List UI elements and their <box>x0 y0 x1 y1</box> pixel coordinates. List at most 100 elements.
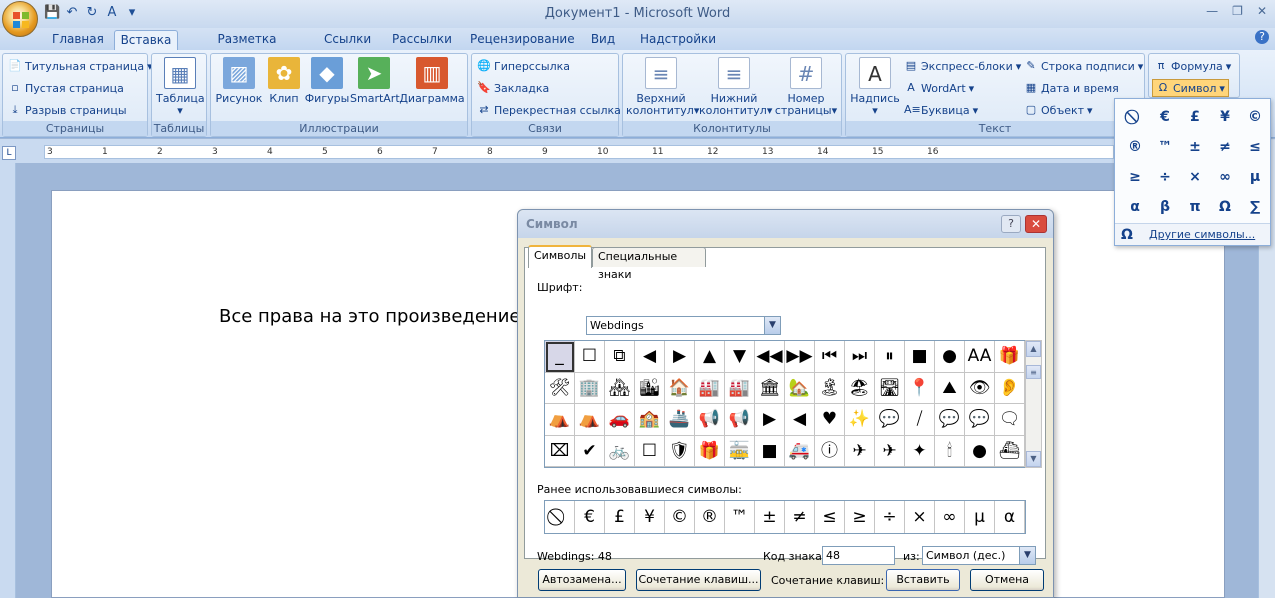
symbol-cell[interactable]: ▶ <box>755 404 785 436</box>
gallery-symbol[interactable]: ¥ <box>1210 102 1240 132</box>
gallery-symbol[interactable]: € <box>1150 102 1180 132</box>
gallery-symbol[interactable]: ± <box>1180 132 1210 162</box>
symbol-cell[interactable]: 🏠 <box>665 372 695 404</box>
symbol-cell[interactable]: _ <box>545 341 575 373</box>
scroll-thumb[interactable]: ≡ <box>1026 365 1041 379</box>
symbol-cell[interactable]: 📢 <box>725 404 755 436</box>
gallery-symbol[interactable]: ≤ <box>1240 132 1270 162</box>
symbol-cell[interactable]: 📢 <box>695 404 725 436</box>
symbol-cell[interactable]: ⧸ <box>905 404 935 436</box>
table-button[interactable]: ▦ Таблица ▾ <box>156 57 205 117</box>
shapes-button[interactable]: ◆ Фигуры <box>304 57 350 105</box>
textbox-button[interactable]: A Надпись ▾ <box>849 57 901 117</box>
symbol-cell[interactable]: 🏖 <box>845 372 875 404</box>
symbol-cell[interactable]: ✈ <box>845 435 875 467</box>
gallery-symbol[interactable]: α <box>1120 192 1150 222</box>
document-text[interactable]: Все права на это произведение п <box>219 306 538 327</box>
tab-addins[interactable]: Надстройки <box>636 30 716 50</box>
symbol-cell[interactable]: ▶ <box>665 341 695 373</box>
symbol-cell[interactable]: 👂 <box>995 372 1025 404</box>
gallery-symbol[interactable]: ⃠ <box>1120 102 1150 132</box>
symbol-cell[interactable]: 🏫 <box>635 404 665 436</box>
symbol-cell[interactable]: ✔ <box>575 435 605 467</box>
symbol-cell[interactable]: ◀ <box>785 404 815 436</box>
footer-button[interactable]: ≡ Нижний колонтитул▾ <box>699 57 772 117</box>
minimize-icon[interactable]: — <box>1206 4 1218 18</box>
symbol-cell[interactable]: ⛰ <box>935 372 965 404</box>
symbol-cell[interactable]: ⏸ <box>875 341 905 373</box>
recent-symbol[interactable]: € <box>575 501 605 533</box>
character-code-input[interactable]: 48 <box>822 546 895 565</box>
smartart-button[interactable]: ➤ SmartArt <box>350 57 400 105</box>
recent-symbol[interactable]: © <box>665 501 695 533</box>
recent-symbol[interactable]: ≥ <box>845 501 875 533</box>
symbol-cell[interactable]: ⏭ <box>845 341 875 373</box>
symbol-cell[interactable]: ● <box>935 341 965 373</box>
more-symbols-item[interactable]: Ω Другие символы... <box>1115 223 1270 245</box>
crossref-button[interactable]: ⇄ Перекрестная ссылка <box>477 101 621 119</box>
office-button[interactable] <box>2 1 38 37</box>
object-button[interactable]: ▢ Объект ▾ <box>1024 101 1093 119</box>
symbol-cell[interactable]: 🏛 <box>755 372 785 404</box>
wordart-button[interactable]: A WordArt ▾ <box>904 79 974 97</box>
gallery-symbol[interactable]: µ <box>1240 162 1270 192</box>
symbol-cell[interactable]: ☐ <box>575 341 605 373</box>
symbol-cell[interactable]: ✨ <box>845 404 875 436</box>
autocorrect-button[interactable]: Автозамена... <box>538 569 626 591</box>
dialog-help-icon[interactable]: ? <box>1001 215 1021 233</box>
symbol-cell[interactable]: 🚗 <box>605 404 635 436</box>
gallery-symbol[interactable]: × <box>1180 162 1210 192</box>
chevron-down-icon[interactable]: ▼ <box>764 317 780 334</box>
recent-symbol[interactable]: ÷ <box>875 501 905 533</box>
gallery-symbol[interactable]: ™ <box>1150 132 1180 162</box>
gallery-symbol[interactable]: β <box>1150 192 1180 222</box>
symbol-cell[interactable]: 💬 <box>965 404 995 436</box>
gallery-symbol[interactable]: £ <box>1180 102 1210 132</box>
recent-symbol[interactable]: × <box>905 501 935 533</box>
symbol-cell[interactable]: ⓘ <box>815 435 845 467</box>
recent-symbol[interactable]: ≠ <box>785 501 815 533</box>
symbol-cell[interactable]: 🗨 <box>995 404 1025 436</box>
symbol-cell[interactable]: 🚢 <box>665 404 695 436</box>
symbol-cell[interactable]: ☐ <box>635 435 665 467</box>
symbol-cell[interactable]: 💬 <box>875 404 905 436</box>
symbol-cell[interactable]: 🛡 <box>665 435 695 467</box>
symbol-cell[interactable]: 🏭 <box>695 372 725 404</box>
symbol-cell[interactable]: 🚑 <box>785 435 815 467</box>
symbol-cell[interactable]: 🛠 <box>545 372 575 404</box>
recent-symbol[interactable]: ⃠ <box>545 501 575 533</box>
symbol-cell[interactable]: 🏙 <box>635 372 665 404</box>
recent-symbol[interactable]: ≤ <box>815 501 845 533</box>
picture-button[interactable]: ▨ Рисунок <box>215 57 263 105</box>
gallery-symbol[interactable]: ÷ <box>1150 162 1180 192</box>
symbol-cell[interactable]: ⌧ <box>545 435 575 467</box>
dropcap-button[interactable]: A≡ Буквица ▾ <box>904 101 978 119</box>
recent-symbol[interactable]: µ <box>965 501 995 533</box>
gallery-symbol[interactable]: π <box>1180 192 1210 222</box>
header-button[interactable]: ≡ Верхний колонтитул▾ <box>626 57 699 117</box>
symbol-cell[interactable]: 🏡 <box>785 372 815 404</box>
symbol-button[interactable]: Ω Символ ▾ <box>1152 79 1229 97</box>
gallery-symbol[interactable]: ≠ <box>1210 132 1240 162</box>
symbol-cell[interactable]: ▲ <box>695 341 725 373</box>
symbol-cell[interactable]: 🎁 <box>695 435 725 467</box>
gallery-symbol[interactable]: ≥ <box>1120 162 1150 192</box>
from-select[interactable]: Символ (дес.) ▼ <box>922 546 1036 565</box>
recent-symbol[interactable]: ∞ <box>935 501 965 533</box>
symbol-cell[interactable]: 🚲 <box>605 435 635 467</box>
page-number-button[interactable]: # Номер страницы▾ <box>771 57 841 117</box>
hyperlink-button[interactable]: 🌐 Гиперссылка <box>477 57 570 75</box>
recent-symbol[interactable]: ¥ <box>635 501 665 533</box>
symbol-cell[interactable]: 🏢 <box>575 372 605 404</box>
gallery-symbol[interactable]: © <box>1240 102 1270 132</box>
tab-references[interactable]: Ссылки <box>320 30 372 50</box>
chart-button[interactable]: ▥ Диаграмма <box>399 57 465 105</box>
recent-symbol[interactable]: α <box>995 501 1025 533</box>
quickparts-button[interactable]: ▤ Экспресс-блоки ▾ <box>904 57 1021 75</box>
symbol-cell[interactable]: 🏘 <box>605 372 635 404</box>
symbol-cell[interactable]: 💬 <box>935 404 965 436</box>
symbol-cell[interactable]: ⛺ <box>575 404 605 436</box>
equation-button[interactable]: π Формула ▾ <box>1154 57 1232 75</box>
tab-page-layout[interactable]: Разметка страницы <box>188 30 306 64</box>
symbol-cell[interactable]: ⏮ <box>815 341 845 373</box>
